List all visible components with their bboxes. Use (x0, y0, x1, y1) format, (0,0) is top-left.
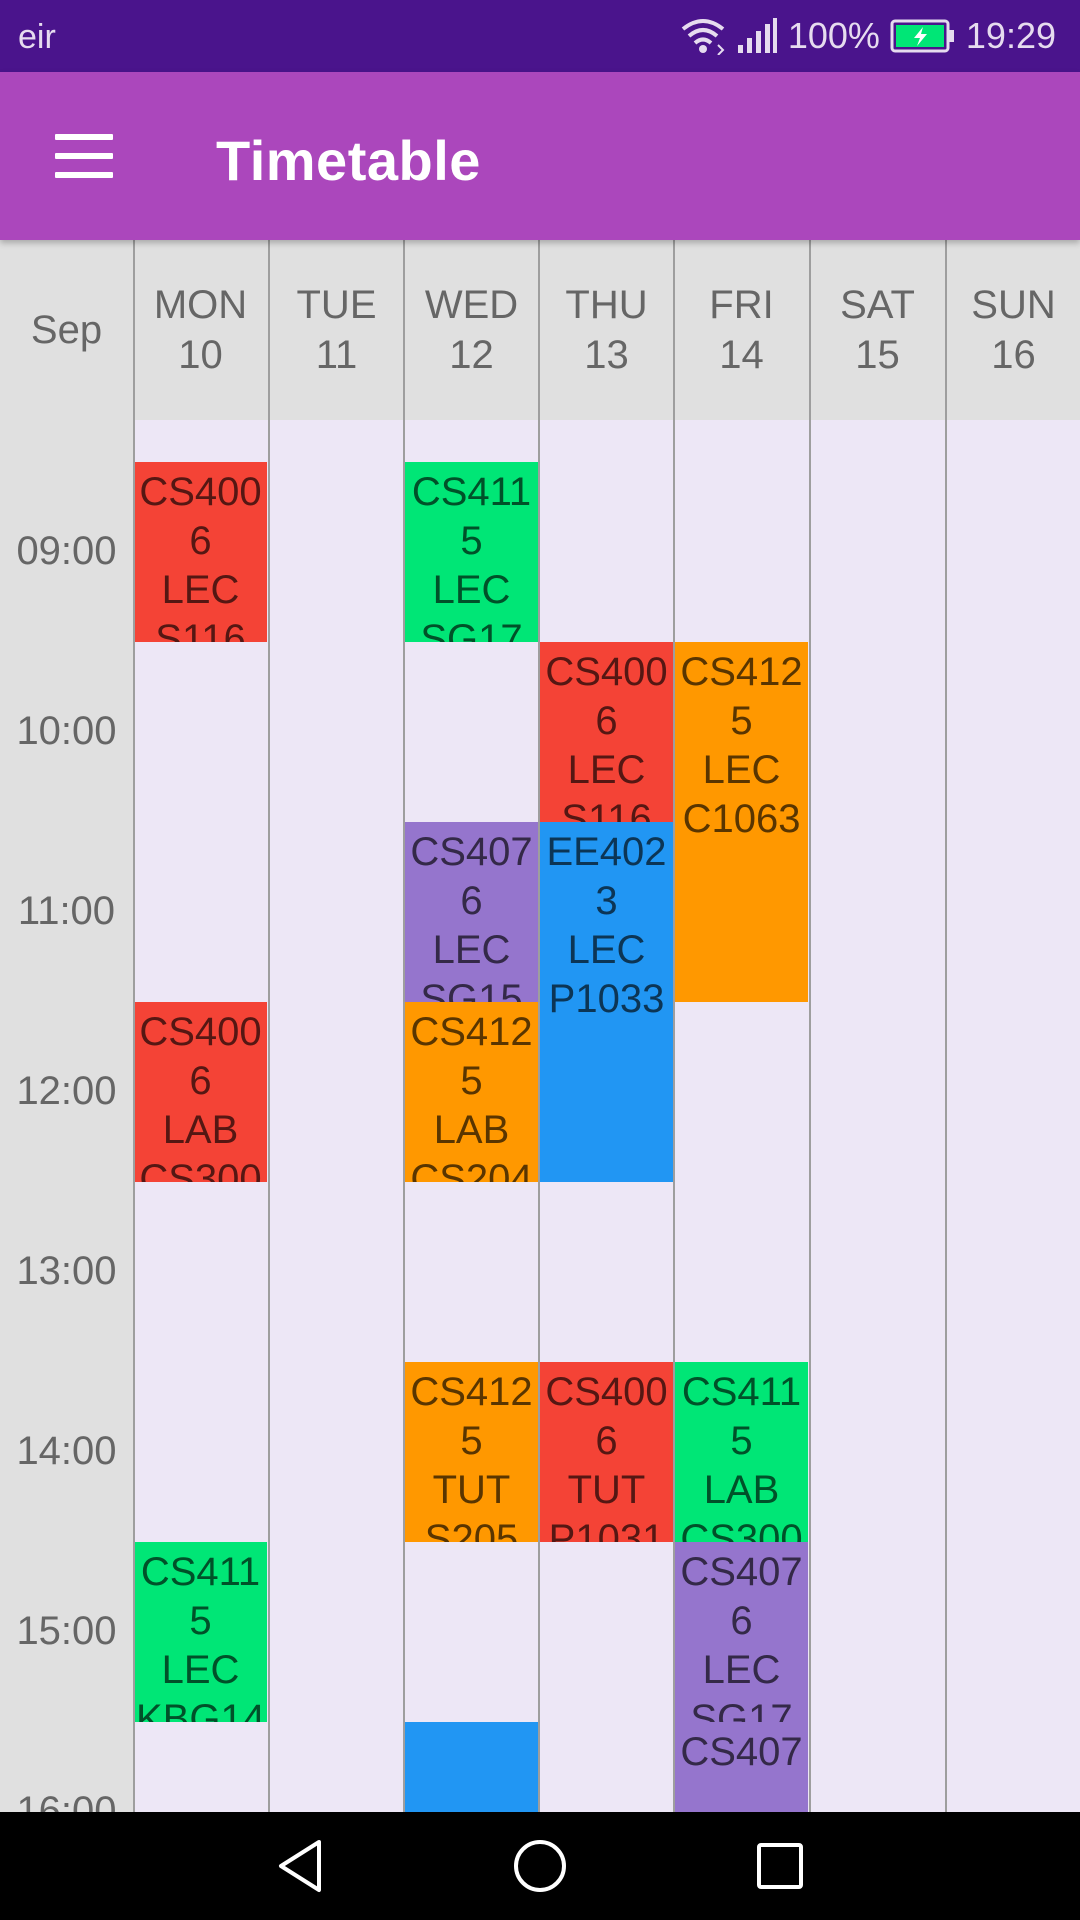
event-line: 6 (730, 1599, 753, 1643)
event-line: CS412 (410, 1010, 533, 1054)
event-block[interactable]: CS412 5 LEC C1063 (675, 642, 808, 1002)
event-line: CS412 (410, 1370, 533, 1414)
event-line: KBG14 (136, 1697, 265, 1722)
menu-icon[interactable] (42, 122, 126, 190)
event-line: SG17 (690, 1697, 793, 1722)
event-line: 5 (460, 1419, 483, 1463)
status-bar: eir 100% 19:29 (0, 0, 1080, 72)
event-line: C1063 (682, 797, 801, 841)
event-block[interactable]: CS407 6 LEC SG15 (405, 822, 538, 1002)
event-line: LAB (703, 1468, 780, 1512)
event-block[interactable]: CS411 5 LEC KBG14 (134, 1542, 267, 1722)
event-line: CS411 (681, 1370, 802, 1414)
event-line: SG17 (420, 617, 523, 642)
event-line: CS407 (680, 1550, 803, 1594)
event-line: LEC (567, 748, 646, 792)
event-block[interactable] (405, 1722, 538, 1812)
back-icon[interactable] (265, 1834, 335, 1898)
event-line: LAB (162, 1108, 239, 1152)
event-line: 6 (595, 1419, 618, 1463)
event-line: CS411 (140, 1550, 261, 1594)
event-line: CS400 (545, 650, 668, 694)
page-title: Timetable (216, 129, 481, 192)
event-line: TUT (567, 1468, 646, 1512)
event-line: LEC (432, 568, 511, 612)
event-block[interactable]: CS412 5 TUT S205 (405, 1362, 538, 1542)
event-line: 6 (189, 519, 212, 563)
event-line: 6 (595, 699, 618, 743)
event-line: SG15 (420, 977, 523, 1002)
app-bar: Timetable (0, 72, 1080, 240)
event-line: 5 (730, 699, 753, 743)
event-line: CS204 (410, 1157, 533, 1182)
wifi-icon (680, 17, 726, 55)
events-layer: CS400 6 LEC S116 CS400 6 LAB CS300 CS411 5 LEC KBG1… (0, 240, 1080, 1812)
status-icons: 100% 19:29 (680, 14, 1056, 58)
event-block[interactable]: CS400 6 LEC S116 (134, 462, 267, 642)
event-line: CS300 (139, 1157, 262, 1182)
event-block[interactable]: CS411 5 LAB CS300 (675, 1362, 808, 1542)
event-line: CS400 (139, 1010, 262, 1054)
event-line: P1031 (548, 1517, 665, 1542)
event-block[interactable]: CS411 5 LEC SG17 (405, 462, 538, 642)
event-block[interactable]: CS412 5 LAB CS204 (405, 1002, 538, 1182)
event-line: P1033 (548, 977, 665, 1021)
event-line: CS300 (680, 1517, 803, 1542)
event-line: EE402 (546, 830, 667, 874)
event-line: 6 (189, 1059, 212, 1103)
event-line: 5 (460, 1059, 483, 1103)
event-line: LAB (433, 1108, 510, 1152)
event-line: S116 (155, 617, 246, 642)
event-block[interactable]: CS400 6 TUT P1031 (540, 1362, 673, 1542)
event-line: LEC (702, 1648, 781, 1692)
event-line: S205 (424, 1517, 519, 1542)
event-line: LEC (567, 928, 646, 972)
recents-icon[interactable] (745, 1834, 815, 1898)
carrier-name: eir (18, 18, 56, 56)
event-line: CS400 (545, 1370, 668, 1414)
event-block[interactable]: EE402 3 LEC P1033 (540, 822, 673, 1182)
clock: 19:29 (965, 15, 1056, 56)
event-line: CS412 (680, 650, 803, 694)
event-line: LEC (702, 748, 781, 792)
event-line: LEC (161, 568, 240, 612)
event-line: CS411 (411, 470, 532, 514)
signal-icon (736, 17, 778, 55)
event-block[interactable]: CS400 6 LAB CS300 (134, 1002, 267, 1182)
home-icon[interactable] (505, 1834, 575, 1898)
battery-charging-icon (890, 19, 956, 53)
event-line: 5 (189, 1599, 212, 1643)
event-line: 5 (730, 1419, 753, 1463)
battery-percent: 100% (787, 15, 880, 56)
event-block[interactable]: CS407 6 LEC SG17 (675, 1542, 808, 1722)
event-line: S116 (561, 797, 652, 822)
event-line: CS400 (139, 470, 262, 514)
timetable-grid[interactable]: Sep MON 10 TUE 11 WED 12 THU 13 FRI 14 SAT 15 SUN 16 … (0, 240, 1080, 1812)
event-line: CS407 (410, 830, 533, 874)
event-block[interactable]: CS407 (675, 1722, 808, 1812)
event-line: 5 (460, 519, 483, 563)
event-line: TUT (432, 1468, 511, 1512)
event-line: CS407 (680, 1730, 803, 1774)
event-line: LEC (161, 1648, 240, 1692)
event-line: 6 (460, 879, 483, 923)
event-line: LEC (432, 928, 511, 972)
event-block[interactable]: CS400 6 LEC S116 (540, 642, 673, 822)
event-line: 3 (595, 879, 618, 923)
navigation-bar (0, 1812, 1080, 1920)
